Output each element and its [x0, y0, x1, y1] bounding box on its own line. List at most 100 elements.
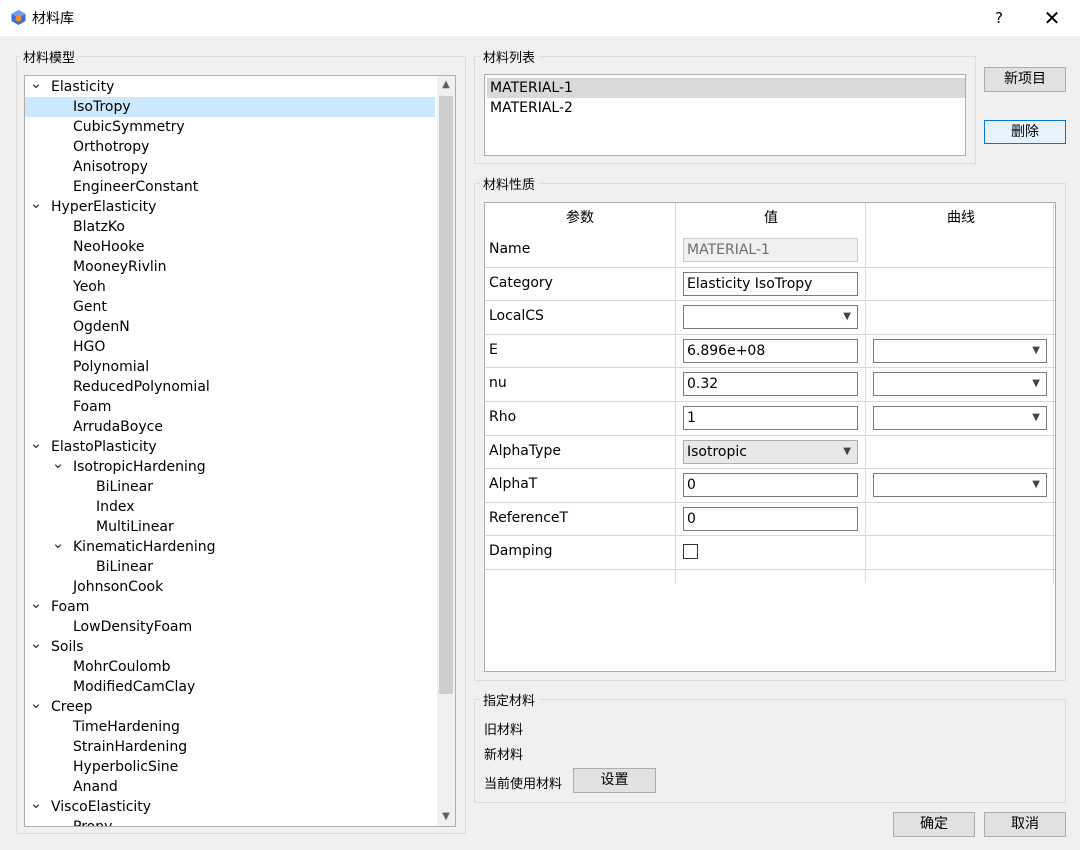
scroll-up-icon[interactable]: ▲ — [437, 76, 455, 94]
curve-select[interactable]: ▼ — [873, 406, 1047, 430]
tree-item-label: BlatzKo — [73, 219, 125, 235]
tree-item[interactable]: CubicSymmetry — [25, 117, 435, 137]
row-divider — [485, 569, 1055, 570]
tree-item[interactable]: ⌄ HyperElasticity — [25, 196, 435, 217]
row-divider — [485, 367, 1055, 368]
tree-item[interactable]: EngineerConstant — [25, 177, 435, 197]
material-model-group-title: 材料模型 — [20, 47, 79, 66]
tree-item[interactable]: MohrCoulomb — [25, 657, 435, 677]
tree-item[interactable]: IsoTropy — [25, 97, 435, 117]
tree-item-label: HyperbolicSine — [73, 759, 179, 775]
chevron-down-icon[interactable]: ⌄ — [29, 436, 43, 457]
property-value-input[interactable]: 1 — [683, 406, 858, 430]
chevron-down-icon[interactable]: ⌄ — [51, 456, 65, 477]
property-value-input[interactable]: Elasticity IsoTropy — [683, 272, 858, 296]
cancel-button[interactable]: 取消 — [984, 812, 1066, 837]
property-value-input[interactable]: 0 — [683, 507, 858, 531]
tree-item[interactable]: ModifiedCamClay — [25, 677, 435, 697]
tree-item[interactable]: LowDensityFoam — [25, 617, 435, 637]
chevron-down-icon[interactable]: ⌄ — [29, 636, 43, 657]
tree-item[interactable]: BlatzKo — [25, 217, 435, 237]
tree-item[interactable]: JohnsonCook — [25, 577, 435, 597]
tree-item[interactable]: Orthotropy — [25, 137, 435, 157]
tree-item[interactable]: MultiLinear — [25, 517, 435, 537]
tree-item-label: TimeHardening — [73, 719, 180, 735]
column-divider — [675, 203, 676, 583]
set-button[interactable]: 设置 — [573, 768, 656, 793]
chevron-down-icon[interactable]: ⌄ — [29, 796, 43, 817]
close-button[interactable]: ✕ — [1036, 4, 1068, 32]
tree-item[interactable]: Polynomial — [25, 357, 435, 377]
chevron-down-icon: ▼ — [843, 311, 851, 322]
tree-item-label: Polynomial — [73, 359, 150, 375]
tree-scrollbar[interactable]: ▲ ▼ — [437, 76, 455, 826]
property-value-input[interactable]: 6.896e+08 — [683, 339, 858, 363]
chevron-down-icon[interactable]: ⌄ — [29, 196, 43, 217]
chevron-down-icon: ▼ — [1032, 479, 1040, 490]
chevron-down-icon[interactable]: ⌄ — [51, 536, 65, 557]
tree-item[interactable]: Foam — [25, 397, 435, 417]
delete-button[interactable]: 删除 — [984, 120, 1066, 144]
material-properties-group-title: 材料性质 — [480, 174, 539, 193]
tree-item-label: MultiLinear — [96, 519, 174, 535]
tree-item[interactable]: ⌄ Creep — [25, 696, 435, 717]
ok-button[interactable]: 确定 — [893, 812, 975, 837]
property-value-input[interactable]: 0 — [683, 473, 858, 497]
tree-item[interactable]: StrainHardening — [25, 737, 435, 757]
curve-select[interactable]: ▼ — [873, 339, 1047, 363]
help-button[interactable]: ? — [984, 4, 1014, 32]
material-model-tree[interactable]: Prony ⌄ ViscoElasticity Anand HyperbolicSine… — [24, 75, 456, 827]
tree-item[interactable]: ⌄ Elasticity — [25, 76, 435, 97]
tree-item[interactable]: Gent — [25, 297, 435, 317]
row-divider — [485, 535, 1055, 536]
tree-item[interactable]: ReducedPolynomial — [25, 377, 435, 397]
property-value-input[interactable]: 0.32 — [683, 372, 858, 396]
scroll-down-icon[interactable]: ▼ — [437, 808, 455, 826]
new-item-button[interactable]: 新项目 — [984, 67, 1066, 92]
tree-item[interactable]: Yeoh — [25, 277, 435, 297]
column-divider — [865, 203, 866, 583]
curve-select[interactable]: ▼ — [873, 473, 1047, 497]
material-list-item[interactable]: MATERIAL-1 — [487, 78, 965, 98]
property-value-select[interactable]: ▼ — [683, 305, 858, 329]
tree-item-label: JohnsonCook — [73, 579, 164, 595]
row-divider — [485, 502, 1055, 503]
scroll-thumb[interactable] — [439, 96, 453, 694]
chevron-down-icon[interactable]: ⌄ — [29, 696, 43, 717]
chevron-down-icon[interactable]: ⌄ — [29, 596, 43, 617]
tree-item-label: Yeoh — [73, 279, 106, 295]
tree-item-label: Index — [96, 499, 135, 515]
material-list[interactable]: MATERIAL-1 MATERIAL-2 — [484, 74, 966, 156]
tree-item[interactable]: TimeHardening — [25, 717, 435, 737]
tree-item[interactable]: OgdenN — [25, 317, 435, 337]
tree-item-label: Soils — [51, 639, 84, 655]
tree-item[interactable]: MooneyRivlin — [25, 257, 435, 277]
tree-item[interactable]: Anisotropy — [25, 157, 435, 177]
tree-item[interactable]: ⌄ ElastoPlasticity — [25, 436, 435, 457]
chevron-down-icon[interactable]: ⌄ — [29, 76, 43, 97]
tree-item[interactable]: ArrudaBoyce — [25, 417, 435, 437]
tree-item[interactable]: Anand — [25, 777, 435, 797]
property-value-select[interactable]: Isotropic ▼ — [683, 440, 858, 464]
tree-item[interactable]: BiLinear — [25, 557, 435, 577]
tree-item[interactable]: Index — [25, 497, 435, 517]
tree-item[interactable]: Prony — [25, 817, 435, 826]
tree-item[interactable]: HGO — [25, 337, 435, 357]
material-list-item[interactable]: MATERIAL-2 — [487, 98, 965, 118]
tree-item[interactable]: ⌄ Foam — [25, 596, 435, 617]
curve-select[interactable]: ▼ — [873, 372, 1047, 396]
tree-item[interactable]: NeoHooke — [25, 237, 435, 257]
column-header-curve: 曲线 — [947, 210, 975, 226]
tree-item[interactable]: HyperbolicSine — [25, 757, 435, 777]
damping-checkbox[interactable] — [683, 544, 698, 559]
tree-item[interactable]: BiLinear — [25, 477, 435, 497]
tree-item[interactable]: ⌄ Soils — [25, 636, 435, 657]
assign-material-group-title: 指定材料 — [480, 690, 539, 709]
property-name: LocalCS — [489, 308, 544, 324]
tree-item[interactable]: ⌄ KinematicHardening — [25, 536, 435, 557]
row-divider — [485, 468, 1055, 469]
tree-item[interactable]: ⌄ IsotropicHardening — [25, 456, 435, 477]
row-divider — [485, 300, 1055, 301]
assign-material-group — [474, 699, 1066, 803]
tree-item[interactable]: ⌄ ViscoElasticity — [25, 796, 435, 817]
